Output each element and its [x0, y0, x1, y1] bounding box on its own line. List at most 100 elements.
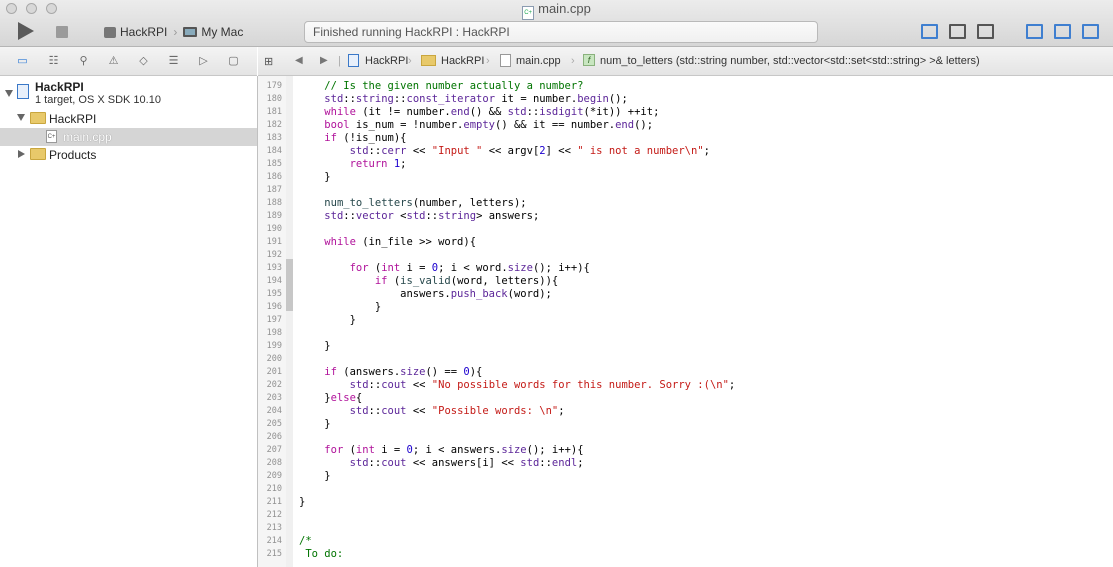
code-text[interactable]: }: [299, 301, 381, 314]
code-text[interactable]: std::string::const_iterator it = number.…: [299, 93, 628, 106]
code-line[interactable]: 194 if (is_valid(word, letters)){: [258, 275, 1113, 288]
issue-navigator-icon[interactable]: ⚠: [107, 55, 120, 67]
code-line[interactable]: 187: [258, 184, 1113, 197]
code-text[interactable]: std::cerr << "Input " << argv[2] << " is…: [299, 145, 710, 158]
code-text[interactable]: To do:: [299, 548, 343, 561]
code-line[interactable]: 188 num_to_letters(number, letters);: [258, 197, 1113, 210]
code-line[interactable]: 212: [258, 509, 1113, 522]
code-line[interactable]: 209 }: [258, 470, 1113, 483]
code-line[interactable]: 213: [258, 522, 1113, 535]
code-text[interactable]: if (answers.size() == 0){: [299, 366, 482, 379]
code-line[interactable]: 204 std::cout << "Possible words: \n";: [258, 405, 1113, 418]
source-editor[interactable]: 179 // Is the given number actually a nu…: [258, 76, 1113, 567]
find-navigator-icon[interactable]: ⚲: [77, 55, 90, 67]
line-number: 199: [266, 341, 282, 351]
code-text[interactable]: }: [299, 314, 356, 327]
toggle-navigator-icon[interactable]: [1026, 24, 1043, 39]
debug-navigator-icon[interactable]: ☰: [167, 55, 180, 67]
code-line[interactable]: 184 std::cerr << "Input " << argv[2] << …: [258, 145, 1113, 158]
code-line[interactable]: 193 for (int i = 0; i < word.size(); i++…: [258, 262, 1113, 275]
code-line[interactable]: 197 }: [258, 314, 1113, 327]
back-arrow-icon[interactable]: ◀: [295, 55, 303, 66]
code-line[interactable]: 215 To do:: [258, 548, 1113, 561]
code-text[interactable]: for (int i = 0; i < answers.size(); i++)…: [299, 444, 583, 457]
code-line[interactable]: 179 // Is the given number actually a nu…: [258, 80, 1113, 93]
code-text[interactable]: while (it != number.end() && std::isdigi…: [299, 106, 659, 119]
code-text[interactable]: std::vector <std::string> answers;: [299, 210, 539, 223]
code-line[interactable]: 196 }: [258, 301, 1113, 314]
disclosure-open-icon[interactable]: [17, 114, 25, 121]
symbol-navigator-icon[interactable]: ☷: [47, 55, 60, 67]
project-row[interactable]: HackRPI 1 target, OS X SDK 10.10: [0, 79, 257, 111]
code-line[interactable]: 182 bool is_num = !number.empty() && it …: [258, 119, 1113, 132]
disclosure-open-icon[interactable]: [5, 90, 13, 97]
scheme-selector[interactable]: HackRPI › My Mac: [104, 25, 243, 39]
code-text[interactable]: /*: [299, 535, 312, 548]
code-text[interactable]: }: [299, 340, 330, 353]
breakpoint-navigator-icon[interactable]: ▷: [197, 55, 210, 67]
code-line[interactable]: 185 return 1;: [258, 158, 1113, 171]
jumpbar-function[interactable]: num_to_letters (std::string number, std:…: [600, 55, 980, 67]
code-text[interactable]: }: [299, 418, 330, 431]
code-text[interactable]: }: [299, 470, 330, 483]
project-navigator-icon[interactable]: ▭: [16, 55, 29, 67]
test-navigator-icon[interactable]: ◇: [137, 55, 150, 67]
code-line[interactable]: 199 }: [258, 340, 1113, 353]
code-line[interactable]: 210: [258, 483, 1113, 496]
group-row-products[interactable]: Products: [0, 146, 257, 164]
code-line[interactable]: 208 std::cout << answers[i] << std::endl…: [258, 457, 1113, 470]
code-line[interactable]: 183 if (!is_num){: [258, 132, 1113, 145]
code-line[interactable]: 201 if (answers.size() == 0){: [258, 366, 1113, 379]
code-text[interactable]: bool is_num = !number.empty() && it == n…: [299, 119, 653, 132]
code-line[interactable]: 203 }else{: [258, 392, 1113, 405]
toggle-debug-area-icon[interactable]: [1054, 24, 1071, 39]
code-line[interactable]: 195 answers.push_back(word);: [258, 288, 1113, 301]
jumpbar-folder[interactable]: HackRPI: [441, 55, 484, 67]
disclosure-closed-icon[interactable]: [18, 150, 25, 158]
code-text[interactable]: while (in_file >> word){: [299, 236, 476, 249]
code-line[interactable]: 206: [258, 431, 1113, 444]
code-line[interactable]: 198: [258, 327, 1113, 340]
code-text[interactable]: for (int i = 0; i < word.size(); i++){: [299, 262, 590, 275]
code-text[interactable]: return 1;: [299, 158, 407, 171]
assistant-editor-icon[interactable]: [949, 24, 966, 39]
code-text[interactable]: // Is the given number actually a number…: [299, 80, 583, 93]
code-text[interactable]: answers.push_back(word);: [299, 288, 552, 301]
code-line[interactable]: 190: [258, 223, 1113, 236]
code-line[interactable]: 211}: [258, 496, 1113, 509]
related-items-icon[interactable]: ⊞: [264, 55, 273, 68]
code-text[interactable]: }else{: [299, 392, 362, 405]
code-text[interactable]: num_to_letters(number, letters);: [299, 197, 526, 210]
toggle-utilities-icon[interactable]: [1082, 24, 1099, 39]
code-text[interactable]: if (is_valid(word, letters)){: [299, 275, 558, 288]
code-text[interactable]: }: [299, 171, 330, 184]
code-line[interactable]: 200: [258, 353, 1113, 366]
code-line[interactable]: 186 }: [258, 171, 1113, 184]
code-line[interactable]: 189 std::vector <std::string> answers;: [258, 210, 1113, 223]
line-number: 186: [266, 172, 282, 182]
code-text[interactable]: std::cout << answers[i] << std::endl;: [299, 457, 584, 470]
file-row-main-cpp[interactable]: C+ main.cpp: [0, 128, 257, 146]
jumpbar-project[interactable]: HackRPI: [365, 55, 408, 67]
standard-editor-icon[interactable]: [921, 24, 938, 39]
line-number: 184: [266, 146, 282, 156]
code-line[interactable]: 191 while (in_file >> word){: [258, 236, 1113, 249]
code-text[interactable]: std::cout << "Possible words: \n";: [299, 405, 565, 418]
report-navigator-icon[interactable]: ▢: [227, 55, 240, 67]
code-line[interactable]: 207 for (int i = 0; i < answers.size(); …: [258, 444, 1113, 457]
jumpbar-file[interactable]: main.cpp: [516, 55, 561, 67]
code-line[interactable]: 214 /*: [258, 535, 1113, 548]
code-text[interactable]: std::cout << "No possible words for this…: [299, 379, 736, 392]
code-text[interactable]: }: [299, 496, 305, 509]
code-line[interactable]: 205 }: [258, 418, 1113, 431]
run-button[interactable]: [18, 22, 34, 40]
stop-button[interactable]: [56, 26, 68, 38]
group-row-hackrpi[interactable]: HackRPI: [0, 110, 257, 128]
code-line[interactable]: 202 std::cout << "No possible words for …: [258, 379, 1113, 392]
forward-arrow-icon[interactable]: ▶: [320, 55, 328, 66]
code-text[interactable]: if (!is_num){: [299, 132, 406, 145]
code-line[interactable]: 181 while (it != number.end() && std::is…: [258, 106, 1113, 119]
code-line[interactable]: 192: [258, 249, 1113, 262]
version-editor-icon[interactable]: [977, 24, 994, 39]
code-line[interactable]: 180 std::string::const_iterator it = num…: [258, 93, 1113, 106]
